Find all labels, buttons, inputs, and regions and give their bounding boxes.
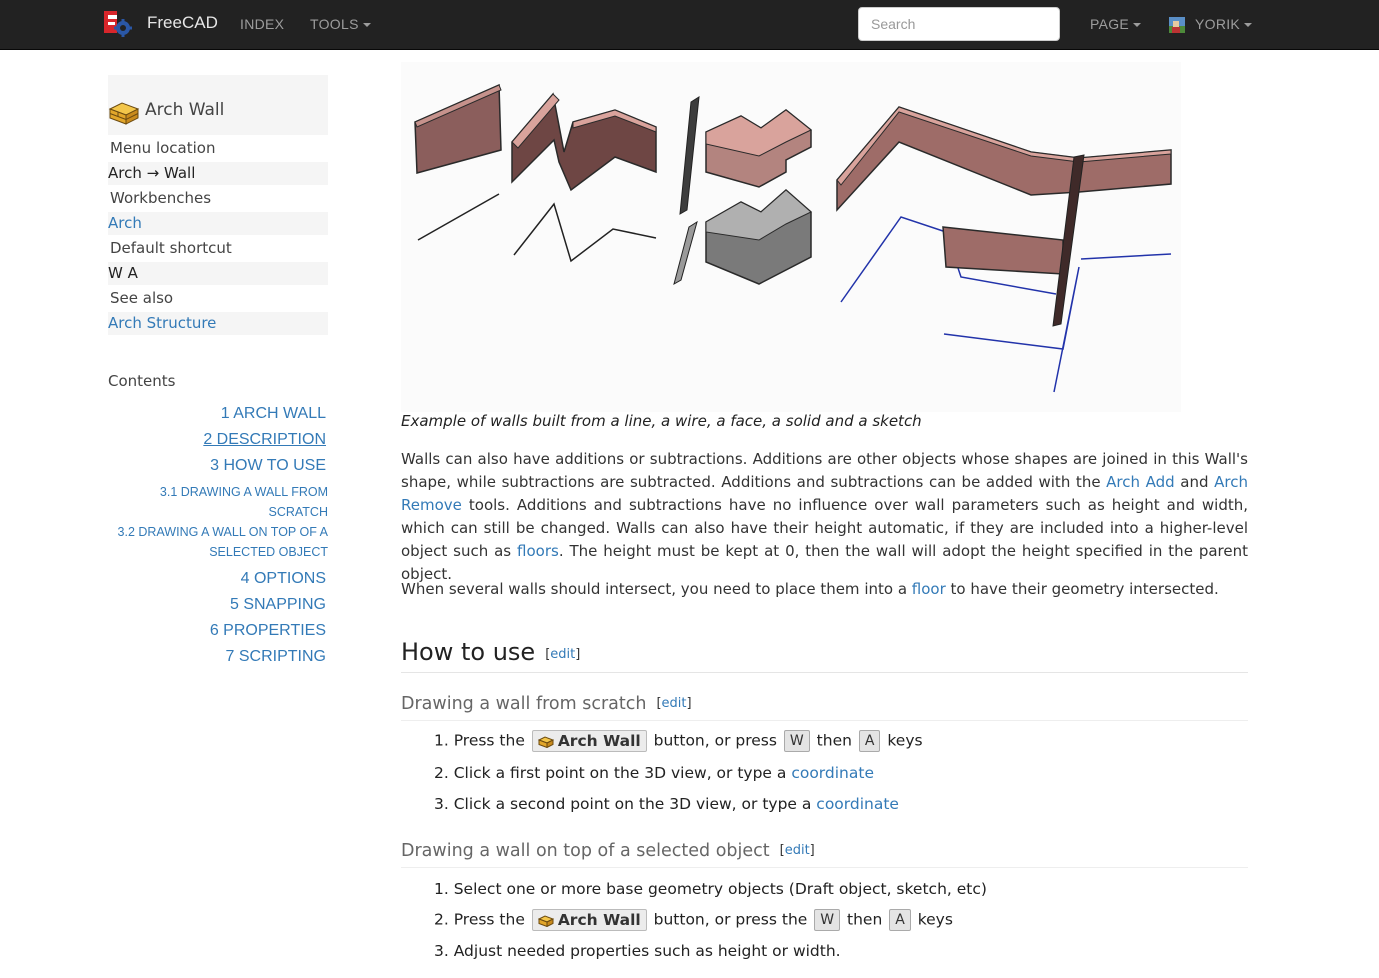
p2-text-b: to have their geometry intersected. — [945, 580, 1219, 598]
edit-drawing-from-scratch-link[interactable]: edit — [662, 696, 687, 711]
toc-item-how-to-use[interactable]: 3 HOW TO USE — [210, 457, 326, 475]
floor-link[interactable]: floor — [912, 580, 946, 598]
freecad-logo-icon[interactable] — [104, 11, 132, 37]
keys-text: keys — [882, 731, 923, 750]
nav-page-label: PAGE — [1090, 16, 1130, 32]
drawing-from-scratch-heading: Drawing a wall from scratch [edit] — [401, 694, 1248, 721]
key-w: W — [783, 730, 810, 752]
scratch-step-1-text-a: 1. Press the — [434, 731, 530, 750]
top-navbar: FreeCAD INDEX TOOLS PAGE YORIK — [0, 0, 1379, 50]
toc-item-options[interactable]: 4 OPTIONS — [241, 570, 326, 588]
arch-wall-button[interactable]: Arch Wall — [531, 730, 647, 752]
object-step-2-text-b: button, or press the — [648, 910, 813, 929]
toc-item-drawing-from-scratch-line1: 3.1 DRAWING A WALL FROM — [159, 485, 328, 499]
toc-item-snapping[interactable]: 5 SNAPPING — [230, 596, 326, 614]
description-paragraph-2: When several walls should intersect, you… — [401, 578, 1248, 601]
key-w: W — [814, 909, 841, 931]
p2-text-a: When several walls should intersect, you… — [401, 580, 912, 598]
object-step-1: 1. Select one or more base geometry obje… — [434, 880, 987, 898]
sidebar-title-box: Arch Wall — [108, 75, 328, 135]
default-shortcut-label: Default shortcut — [110, 239, 232, 257]
toc-item-properties[interactable]: 6 PROPERTIES — [210, 622, 326, 640]
keys-text: keys — [912, 910, 953, 929]
scratch-step-3: 3. Click a second point on the 3D view, … — [434, 795, 899, 813]
toc-item-drawing-on-object-line1: 3.2 DRAWING A WALL ON TOP OF A — [117, 525, 328, 539]
nav-user-dropdown[interactable]: YORIK — [1195, 16, 1253, 32]
arch-wall-button-label: Arch Wall — [557, 732, 641, 750]
how-to-use-heading: How to use [edit] — [401, 638, 1248, 673]
arch-wall-icon — [108, 102, 140, 125]
search-input[interactable] — [858, 7, 1060, 41]
scratch-step-2: 2. Click a first point on the 3D view, o… — [434, 764, 874, 782]
user-avatar-icon[interactable] — [1169, 17, 1185, 33]
scratch-step-1-text-b: button, or press — [648, 731, 782, 750]
see-also-arch-structure-link[interactable]: Arch Structure — [108, 312, 328, 335]
image-caption: Example of walls built from a line, a wi… — [401, 412, 922, 430]
edit-section-link: [edit] — [779, 843, 815, 858]
coordinate-link[interactable]: coordinate — [816, 795, 899, 813]
drawing-on-object-heading: Drawing a wall on top of a selected obje… — [401, 841, 1248, 868]
workbench-arch-link[interactable]: Arch — [108, 212, 328, 235]
toc-item-drawing-from-scratch[interactable]: 3.1 DRAWING A WALL FROM SCRATCH — [160, 482, 328, 522]
scratch-step-2-text: 2. Click a first point on the 3D view, o… — [434, 764, 792, 782]
nav-user-label: YORIK — [1195, 16, 1241, 32]
arch-wall-icon — [537, 736, 555, 749]
arch-add-link[interactable]: Arch Add — [1106, 473, 1175, 491]
see-also-label: See also — [110, 289, 174, 307]
chevron-down-icon — [362, 23, 371, 28]
floors-link[interactable]: floors — [517, 542, 559, 560]
nav-index[interactable]: INDEX — [240, 16, 284, 32]
arch-wall-icon — [537, 915, 555, 928]
key-a: A — [858, 730, 881, 752]
then-text: then — [842, 910, 888, 929]
object-step-3: 3. Adjust needed properties such as heig… — [434, 942, 841, 960]
edit-drawing-on-object-link[interactable]: edit — [785, 843, 810, 858]
menu-location-value: Arch → Wall — [108, 162, 328, 185]
toc-item-drawing-from-scratch-line2: SCRATCH — [268, 505, 329, 519]
drawing-from-scratch-title: Drawing a wall from scratch — [401, 694, 647, 714]
nav-tools-label: TOOLS — [310, 16, 359, 32]
edit-section-link: [edit] — [656, 696, 692, 711]
toc-item-description[interactable]: 2 DESCRIPTION — [203, 431, 326, 449]
workbenches-label: Workbenches — [110, 189, 212, 207]
p1-text-and: and — [1174, 473, 1215, 491]
how-to-use-title: How to use — [401, 638, 536, 666]
coordinate-link[interactable]: coordinate — [791, 764, 874, 782]
nav-page-dropdown[interactable]: PAGE — [1090, 16, 1142, 32]
brand-name[interactable]: FreeCAD — [147, 13, 218, 33]
toc-item-drawing-on-object-line2: SELECTED OBJECT — [209, 545, 328, 559]
default-shortcut-value: W A — [108, 262, 328, 285]
arch-wall-button-label: Arch Wall — [557, 911, 641, 929]
arch-wall-button[interactable]: Arch Wall — [531, 909, 647, 931]
example-walls-image — [401, 62, 1181, 412]
toc-item-drawing-on-object[interactable]: 3.2 DRAWING A WALL ON TOP OF A SELECTED … — [118, 522, 328, 562]
toc-item-arch-wall[interactable]: 1 ARCH WALL — [221, 405, 326, 423]
chevron-down-icon — [1244, 23, 1253, 28]
chevron-down-icon — [1133, 23, 1142, 28]
nav-tools-dropdown[interactable]: TOOLS — [310, 16, 371, 32]
scratch-step-1: 1. Press the Arch Wall button, or press … — [434, 730, 923, 752]
toc-item-scripting[interactable]: 7 SCRIPTING — [226, 648, 326, 666]
object-step-2: 2. Press the Arch Wall button, or press … — [434, 909, 953, 931]
scratch-step-3-text: 3. Click a second point on the 3D view, … — [434, 795, 817, 813]
edit-section-link: [edit] — [545, 647, 581, 662]
drawing-on-object-title: Drawing a wall on top of a selected obje… — [401, 841, 770, 861]
toc-title: Contents — [108, 372, 176, 390]
description-paragraph-1: Walls can also have additions or subtrac… — [401, 448, 1248, 586]
object-step-2-text-a: 2. Press the — [434, 910, 530, 929]
then-text: then — [811, 731, 857, 750]
menu-location-label: Menu location — [110, 139, 216, 157]
edit-how-to-use-link[interactable]: edit — [550, 647, 575, 662]
sidebar-title: Arch Wall — [145, 100, 225, 120]
key-a: A — [889, 909, 911, 931]
